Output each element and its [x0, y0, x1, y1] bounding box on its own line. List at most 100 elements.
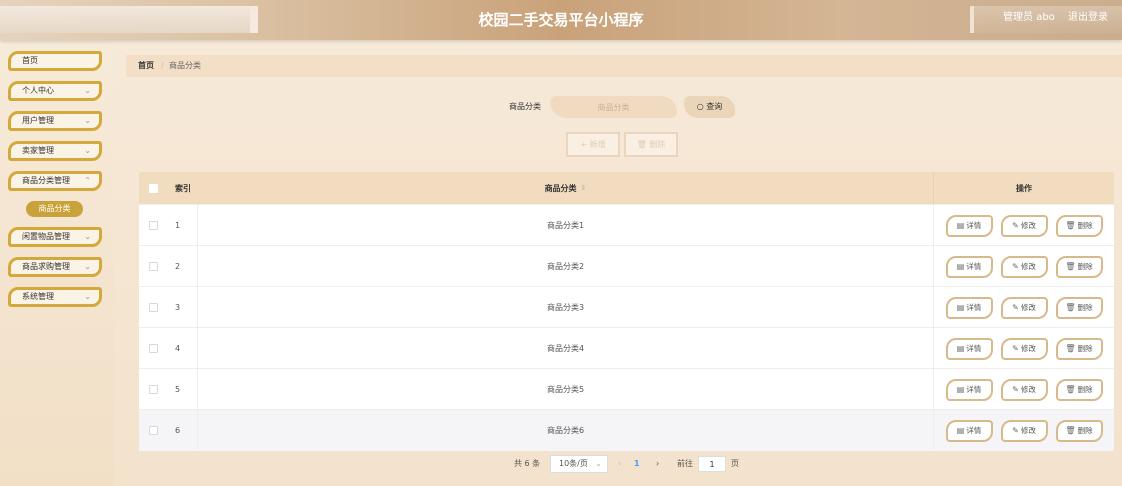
- table-row: 3 商品分类3 ▤ 详情 ✎ 修改 🗑 删除: [139, 286, 1114, 328]
- row-actions: ▤ 详情 ✎ 修改 🗑 删除: [934, 410, 1114, 451]
- next-page-button[interactable]: ›: [656, 455, 659, 473]
- document-icon: ▤: [956, 425, 965, 435]
- delete-button[interactable]: 🗑 删除: [1055, 337, 1103, 360]
- pencil-icon: ✎: [1012, 261, 1019, 271]
- chevron-down-icon: ⌄: [84, 116, 91, 125]
- delete-label: 删除: [1077, 343, 1093, 353]
- row-category-name: 商品分类4: [198, 328, 934, 369]
- edit-button[interactable]: ✎ 修改: [1000, 214, 1048, 237]
- batch-delete-button[interactable]: 🗑 删除: [624, 132, 678, 157]
- delete-button[interactable]: 🗑 删除: [1055, 255, 1103, 278]
- delete-button[interactable]: 🗑 删除: [1055, 419, 1103, 442]
- sidebar-item-label: 系统管理: [22, 292, 54, 301]
- delete-label: 删除: [1077, 302, 1093, 312]
- document-icon: ▤: [956, 261, 965, 271]
- trash-icon: 🗑: [1065, 425, 1076, 435]
- edit-button[interactable]: ✎ 修改: [1000, 419, 1048, 442]
- breadcrumb-home[interactable]: 首页: [138, 55, 154, 77]
- detail-button[interactable]: ▤ 详情: [945, 296, 993, 319]
- delete-button[interactable]: 🗑 删除: [1055, 214, 1103, 237]
- detail-label: 详情: [966, 384, 982, 394]
- app-title: 校园二手交易平台小程序: [478, 11, 644, 29]
- edit-button[interactable]: ✎ 修改: [1000, 296, 1048, 319]
- row-category-name: 商品分类3: [198, 287, 934, 328]
- sidebar-item-purchase-request-management[interactable]: 商品求购管理 ⌄: [8, 257, 102, 277]
- checkbox[interactable]: [148, 303, 158, 312]
- edit-label: 修改: [1020, 384, 1036, 394]
- delete-label: 删除: [1077, 261, 1093, 271]
- logout-link[interactable]: 退出登录: [1068, 12, 1108, 23]
- pencil-icon: ✎: [1012, 220, 1019, 230]
- row-select[interactable]: [139, 287, 167, 328]
- goto-label: 前往: [677, 459, 693, 468]
- sidebar-subitem-category[interactable]: 商品分类: [26, 201, 83, 217]
- detail-button[interactable]: ▤ 详情: [945, 378, 993, 401]
- sidebar: 首页 个人中心 ⌄ 用户管理 ⌄ 卖家管理 ⌄ 商品分类管理 ⌃ 商品分类 闲置…: [0, 44, 114, 486]
- edit-label: 修改: [1020, 343, 1036, 353]
- query-button[interactable]: ○ 查询: [684, 96, 735, 118]
- sidebar-item-idle-goods-management[interactable]: 闲置物品管理 ⌄: [8, 227, 102, 247]
- chevron-down-icon: ⌄: [84, 86, 91, 95]
- row-actions: ▤ 详情 ✎ 修改 🗑 删除: [934, 246, 1114, 287]
- sidebar-item-category-management[interactable]: 商品分类管理 ⌃: [8, 171, 102, 191]
- detail-button[interactable]: ▤ 详情: [945, 419, 993, 442]
- table-row: 6 商品分类6 ▤ 详情 ✎ 修改 🗑 删除: [139, 409, 1114, 451]
- chevron-up-icon: ⌃: [84, 176, 91, 185]
- header-name[interactable]: 商品分类 ⇕: [198, 172, 934, 204]
- table-row: 4 商品分类4 ▤ 详情 ✎ 修改 🗑 删除: [139, 327, 1114, 369]
- sidebar-item-home[interactable]: 首页: [8, 51, 102, 71]
- row-select[interactable]: [139, 410, 167, 451]
- delete-button[interactable]: 🗑 删除: [1055, 378, 1103, 401]
- row-actions: ▤ 详情 ✎ 修改 🗑 删除: [934, 205, 1114, 246]
- search-icon: ○: [696, 102, 704, 111]
- trash-icon: 🗑: [1065, 384, 1076, 394]
- add-button[interactable]: + 新增: [566, 132, 620, 157]
- row-select[interactable]: [139, 246, 167, 287]
- row-select[interactable]: [139, 328, 167, 369]
- row-category-name: 商品分类5: [198, 369, 934, 410]
- table-header: 索引 商品分类 ⇕ 操作: [139, 172, 1114, 204]
- checkbox[interactable]: [148, 221, 158, 230]
- plus-icon: +: [580, 140, 588, 149]
- edit-button[interactable]: ✎ 修改: [1000, 337, 1048, 360]
- sidebar-item-seller-management[interactable]: 卖家管理 ⌄: [8, 141, 102, 161]
- row-select[interactable]: [139, 205, 167, 246]
- document-icon: ▤: [956, 343, 965, 353]
- header-select-all[interactable]: [139, 172, 167, 204]
- page-number[interactable]: 1: [634, 455, 640, 473]
- detail-button[interactable]: ▤ 详情: [945, 255, 993, 278]
- edit-label: 修改: [1020, 302, 1036, 312]
- delete-label: 删除: [1077, 220, 1093, 230]
- document-icon: ▤: [956, 384, 965, 394]
- document-icon: ▤: [956, 220, 965, 230]
- row-select[interactable]: [139, 369, 167, 410]
- checkbox[interactable]: [148, 262, 158, 271]
- checkbox[interactable]: [148, 344, 158, 353]
- delete-button[interactable]: 🗑 删除: [1055, 296, 1103, 319]
- edit-button[interactable]: ✎ 修改: [1000, 378, 1048, 401]
- detail-button[interactable]: ▤ 详情: [945, 337, 993, 360]
- edit-button[interactable]: ✎ 修改: [1000, 255, 1048, 278]
- prev-page-button[interactable]: ‹: [618, 455, 621, 473]
- goto-page-input[interactable]: [698, 456, 726, 472]
- sidebar-item-label: 卖家管理: [22, 146, 54, 155]
- sidebar-item-personal-center[interactable]: 个人中心 ⌄: [8, 81, 102, 101]
- sort-icon[interactable]: ⇕: [581, 184, 587, 192]
- row-actions: ▤ 详情 ✎ 修改 🗑 删除: [934, 328, 1114, 369]
- search-input[interactable]: [550, 96, 677, 118]
- detail-button[interactable]: ▤ 详情: [945, 214, 993, 237]
- checkbox[interactable]: [148, 183, 158, 193]
- checkbox[interactable]: [148, 426, 158, 435]
- trash-icon: 🗑: [1065, 302, 1076, 312]
- header-ops: 操作: [1016, 183, 1032, 193]
- sidebar-item-system-management[interactable]: 系统管理 ⌄: [8, 287, 102, 307]
- sidebar-item-user-management[interactable]: 用户管理 ⌄: [8, 111, 102, 131]
- page-size-select[interactable]: 10条/页 ⌄: [550, 455, 608, 473]
- pencil-icon: ✎: [1012, 384, 1019, 394]
- chevron-down-icon: ⌄: [84, 232, 91, 241]
- edit-label: 修改: [1020, 261, 1036, 271]
- row-index: 4: [167, 328, 198, 369]
- sidebar-item-label: 商品分类管理: [22, 176, 70, 185]
- trash-icon: 🗑: [636, 140, 647, 149]
- checkbox[interactable]: [148, 385, 158, 394]
